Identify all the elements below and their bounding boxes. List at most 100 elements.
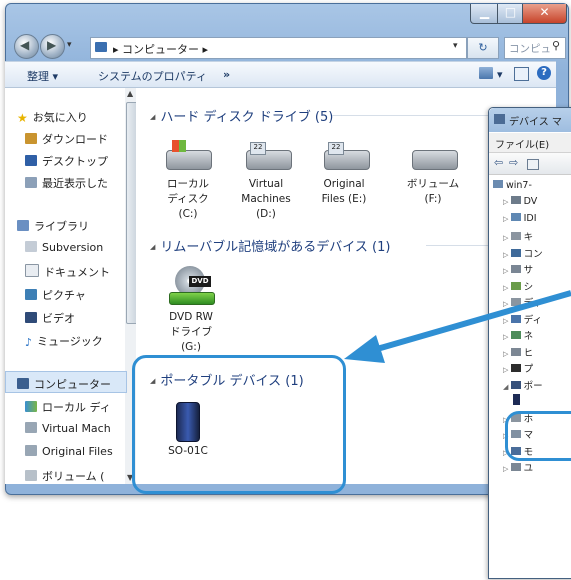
forward-button[interactable]: ▶ bbox=[40, 34, 65, 59]
sidebar-item-label: 最近表示した bbox=[42, 177, 108, 190]
sidebar-item-label: Virtual Mach bbox=[42, 422, 111, 435]
device-category-row[interactable]: ▷ コン bbox=[503, 246, 543, 260]
scroll-up-icon[interactable]: ▲ bbox=[127, 89, 133, 98]
sidebar-item-label: ライブラリ bbox=[34, 220, 89, 233]
device-category-row[interactable]: ▷ DV bbox=[503, 196, 537, 207]
sidebar-item-recent[interactable]: 最近表示した bbox=[25, 175, 108, 191]
search-input[interactable]: コンピュー... ⚲ bbox=[504, 37, 566, 70]
back-icon[interactable]: ⇦ bbox=[494, 156, 503, 169]
sidebar-item-videos[interactable]: ビデオ bbox=[25, 310, 75, 326]
address-bar[interactable]: ▸ コンピューター ▸ ▾ bbox=[90, 37, 467, 59]
drive-e-label[interactable]: Original Files (E:) bbox=[309, 177, 379, 207]
sidebar-item-pictures[interactable]: ピクチャ bbox=[25, 287, 86, 303]
device-category-icon bbox=[510, 248, 521, 257]
sidebar-item-label: ミュージック bbox=[37, 335, 103, 348]
libraries-icon bbox=[17, 220, 29, 231]
local-disk-icon bbox=[166, 150, 212, 170]
pictures-icon bbox=[25, 289, 37, 300]
device-category-row[interactable]: ▷ IDI bbox=[503, 212, 537, 224]
device-category-label: IDI bbox=[523, 212, 537, 224]
sidebar-item-subversion[interactable]: Subversion bbox=[25, 241, 103, 254]
dvd-drive-label[interactable]: DVD RW ドライブ (G:) bbox=[156, 310, 226, 355]
sidebar-item-label: Subversion bbox=[42, 241, 104, 254]
address-dropdown-icon[interactable]: ▾ bbox=[453, 41, 458, 51]
library-folder-icon bbox=[25, 241, 37, 252]
back-button[interactable]: ◀ bbox=[14, 34, 39, 59]
drive-icon bbox=[25, 422, 37, 433]
device-category-label: ユ bbox=[523, 463, 534, 474]
refresh-button[interactable]: ↻ bbox=[467, 37, 499, 59]
sidebar-item-desktop[interactable]: デスクトップ bbox=[25, 153, 108, 169]
breadcrumb[interactable]: ▸ コンピューター ▸ bbox=[113, 41, 208, 57]
forward-icon[interactable]: ⇨ bbox=[509, 156, 518, 169]
recent-pages-dropdown[interactable]: ▾ bbox=[67, 40, 72, 50]
device-category-row[interactable] bbox=[513, 394, 523, 408]
drive-d-label[interactable]: Virtual Machines (D:) bbox=[231, 177, 301, 222]
minimize-button[interactable]: ▁ bbox=[470, 4, 499, 24]
more-commands-button[interactable]: » bbox=[223, 68, 230, 81]
dvd-badge: DVD bbox=[189, 276, 211, 287]
drive-label-line: DVD RW bbox=[169, 311, 213, 323]
close-button[interactable]: ✕ bbox=[522, 4, 567, 24]
expander-icon[interactable]: ▷ bbox=[503, 465, 511, 473]
device-category-row[interactable]: ▷ キ bbox=[503, 229, 533, 243]
expander-icon[interactable]: ▷ bbox=[503, 215, 511, 223]
dvd-drive[interactable]: DVD bbox=[169, 266, 215, 305]
sidebar-item-favorites[interactable]: ★ お気に入り bbox=[17, 109, 88, 125]
device-category-icon bbox=[510, 463, 521, 471]
expander-icon[interactable]: ▷ bbox=[503, 234, 511, 242]
drive-label-line: (D:) bbox=[256, 208, 276, 220]
forward-arrow-icon: ▶ bbox=[47, 38, 57, 52]
device-manager-titlebar[interactable]: デバイス マ bbox=[489, 108, 571, 132]
drive-c-label[interactable]: ローカル ディスク (C:) bbox=[153, 177, 223, 222]
expander-icon[interactable]: ◢ bbox=[503, 383, 511, 391]
device-manager-icon bbox=[494, 114, 505, 124]
system-properties-button[interactable]: システムのプロパティ bbox=[98, 68, 207, 84]
sidebar-item-virtual-machines[interactable]: Virtual Mach bbox=[25, 422, 111, 435]
device-manager-menubar: ファイル(E) bbox=[489, 133, 571, 153]
sidebar-item-original-files[interactable]: Original Files bbox=[25, 445, 113, 458]
device-category-icon bbox=[510, 232, 521, 240]
sidebar-item-label: お気に入り bbox=[32, 111, 88, 124]
sidebar-item-volume[interactable]: ボリューム ( bbox=[25, 468, 104, 484]
sidebar-item-documents[interactable]: ドキュメント bbox=[25, 264, 110, 280]
sidebar-item-label: ビデオ bbox=[42, 312, 75, 325]
sidebar-item-label: ドキュメント bbox=[44, 266, 110, 279]
sidebar-item-local-disk[interactable]: ローカル ディ bbox=[25, 399, 111, 415]
sidebar-item-label: ダウンロード bbox=[42, 133, 108, 146]
desktop-icon bbox=[25, 155, 37, 166]
device-category-icon bbox=[510, 212, 521, 221]
view-dropdown-icon[interactable]: ▾ bbox=[497, 68, 503, 81]
sidebar-item-libraries[interactable]: ライブラリ bbox=[17, 218, 89, 234]
sidebar-item-computer[interactable]: コンピューター bbox=[17, 376, 111, 392]
view-options-icon[interactable] bbox=[479, 67, 493, 79]
properties-icon[interactable] bbox=[527, 159, 539, 170]
help-icon[interactable]: ? bbox=[537, 66, 551, 80]
callout-arrow bbox=[344, 290, 571, 363]
device-category-row[interactable]: ▷ ユ bbox=[503, 460, 533, 474]
drive-icon bbox=[25, 445, 37, 456]
device-category-row[interactable]: ▷ サ bbox=[503, 262, 533, 276]
maximize-button[interactable]: □ bbox=[497, 4, 524, 24]
drive-label-line: Files (E:) bbox=[321, 193, 367, 205]
expander-icon[interactable]: ▷ bbox=[503, 251, 511, 259]
sidebar-item-downloads[interactable]: ダウンロード bbox=[25, 131, 108, 147]
expander-icon[interactable]: ▷ bbox=[503, 198, 511, 206]
sidebar-item-music[interactable]: ♪ ミュージック bbox=[25, 333, 103, 349]
device-manager-toolbar: ⇦ ⇨ bbox=[489, 153, 571, 175]
command-bar: 整理 ▾ システムのプロパティ » ▾ ? bbox=[5, 61, 556, 88]
group-header-hdd[interactable]: ハード ディスク ドライブ (5) bbox=[150, 106, 333, 125]
windows-logo-icon bbox=[172, 140, 186, 152]
expander-icon[interactable]: ▷ bbox=[503, 267, 511, 275]
device-category-row[interactable]: ◢ ポー bbox=[503, 378, 543, 392]
organize-menu[interactable]: 整理 ▾ bbox=[27, 68, 58, 84]
recent-places-icon bbox=[25, 177, 37, 188]
drive-label-line: (G:) bbox=[181, 341, 201, 353]
drive-f-label[interactable]: ボリューム (F:) bbox=[398, 177, 468, 207]
drive-label-line: ローカル bbox=[167, 178, 209, 190]
device-tree-root[interactable]: win7- bbox=[493, 180, 532, 191]
group-header-removable[interactable]: リムーバブル記憶域があるデバイス (1) bbox=[150, 236, 390, 255]
file-menu[interactable]: ファイル(E) bbox=[495, 136, 549, 151]
device-category-label: DV bbox=[523, 196, 538, 207]
preview-pane-icon[interactable] bbox=[514, 67, 529, 81]
